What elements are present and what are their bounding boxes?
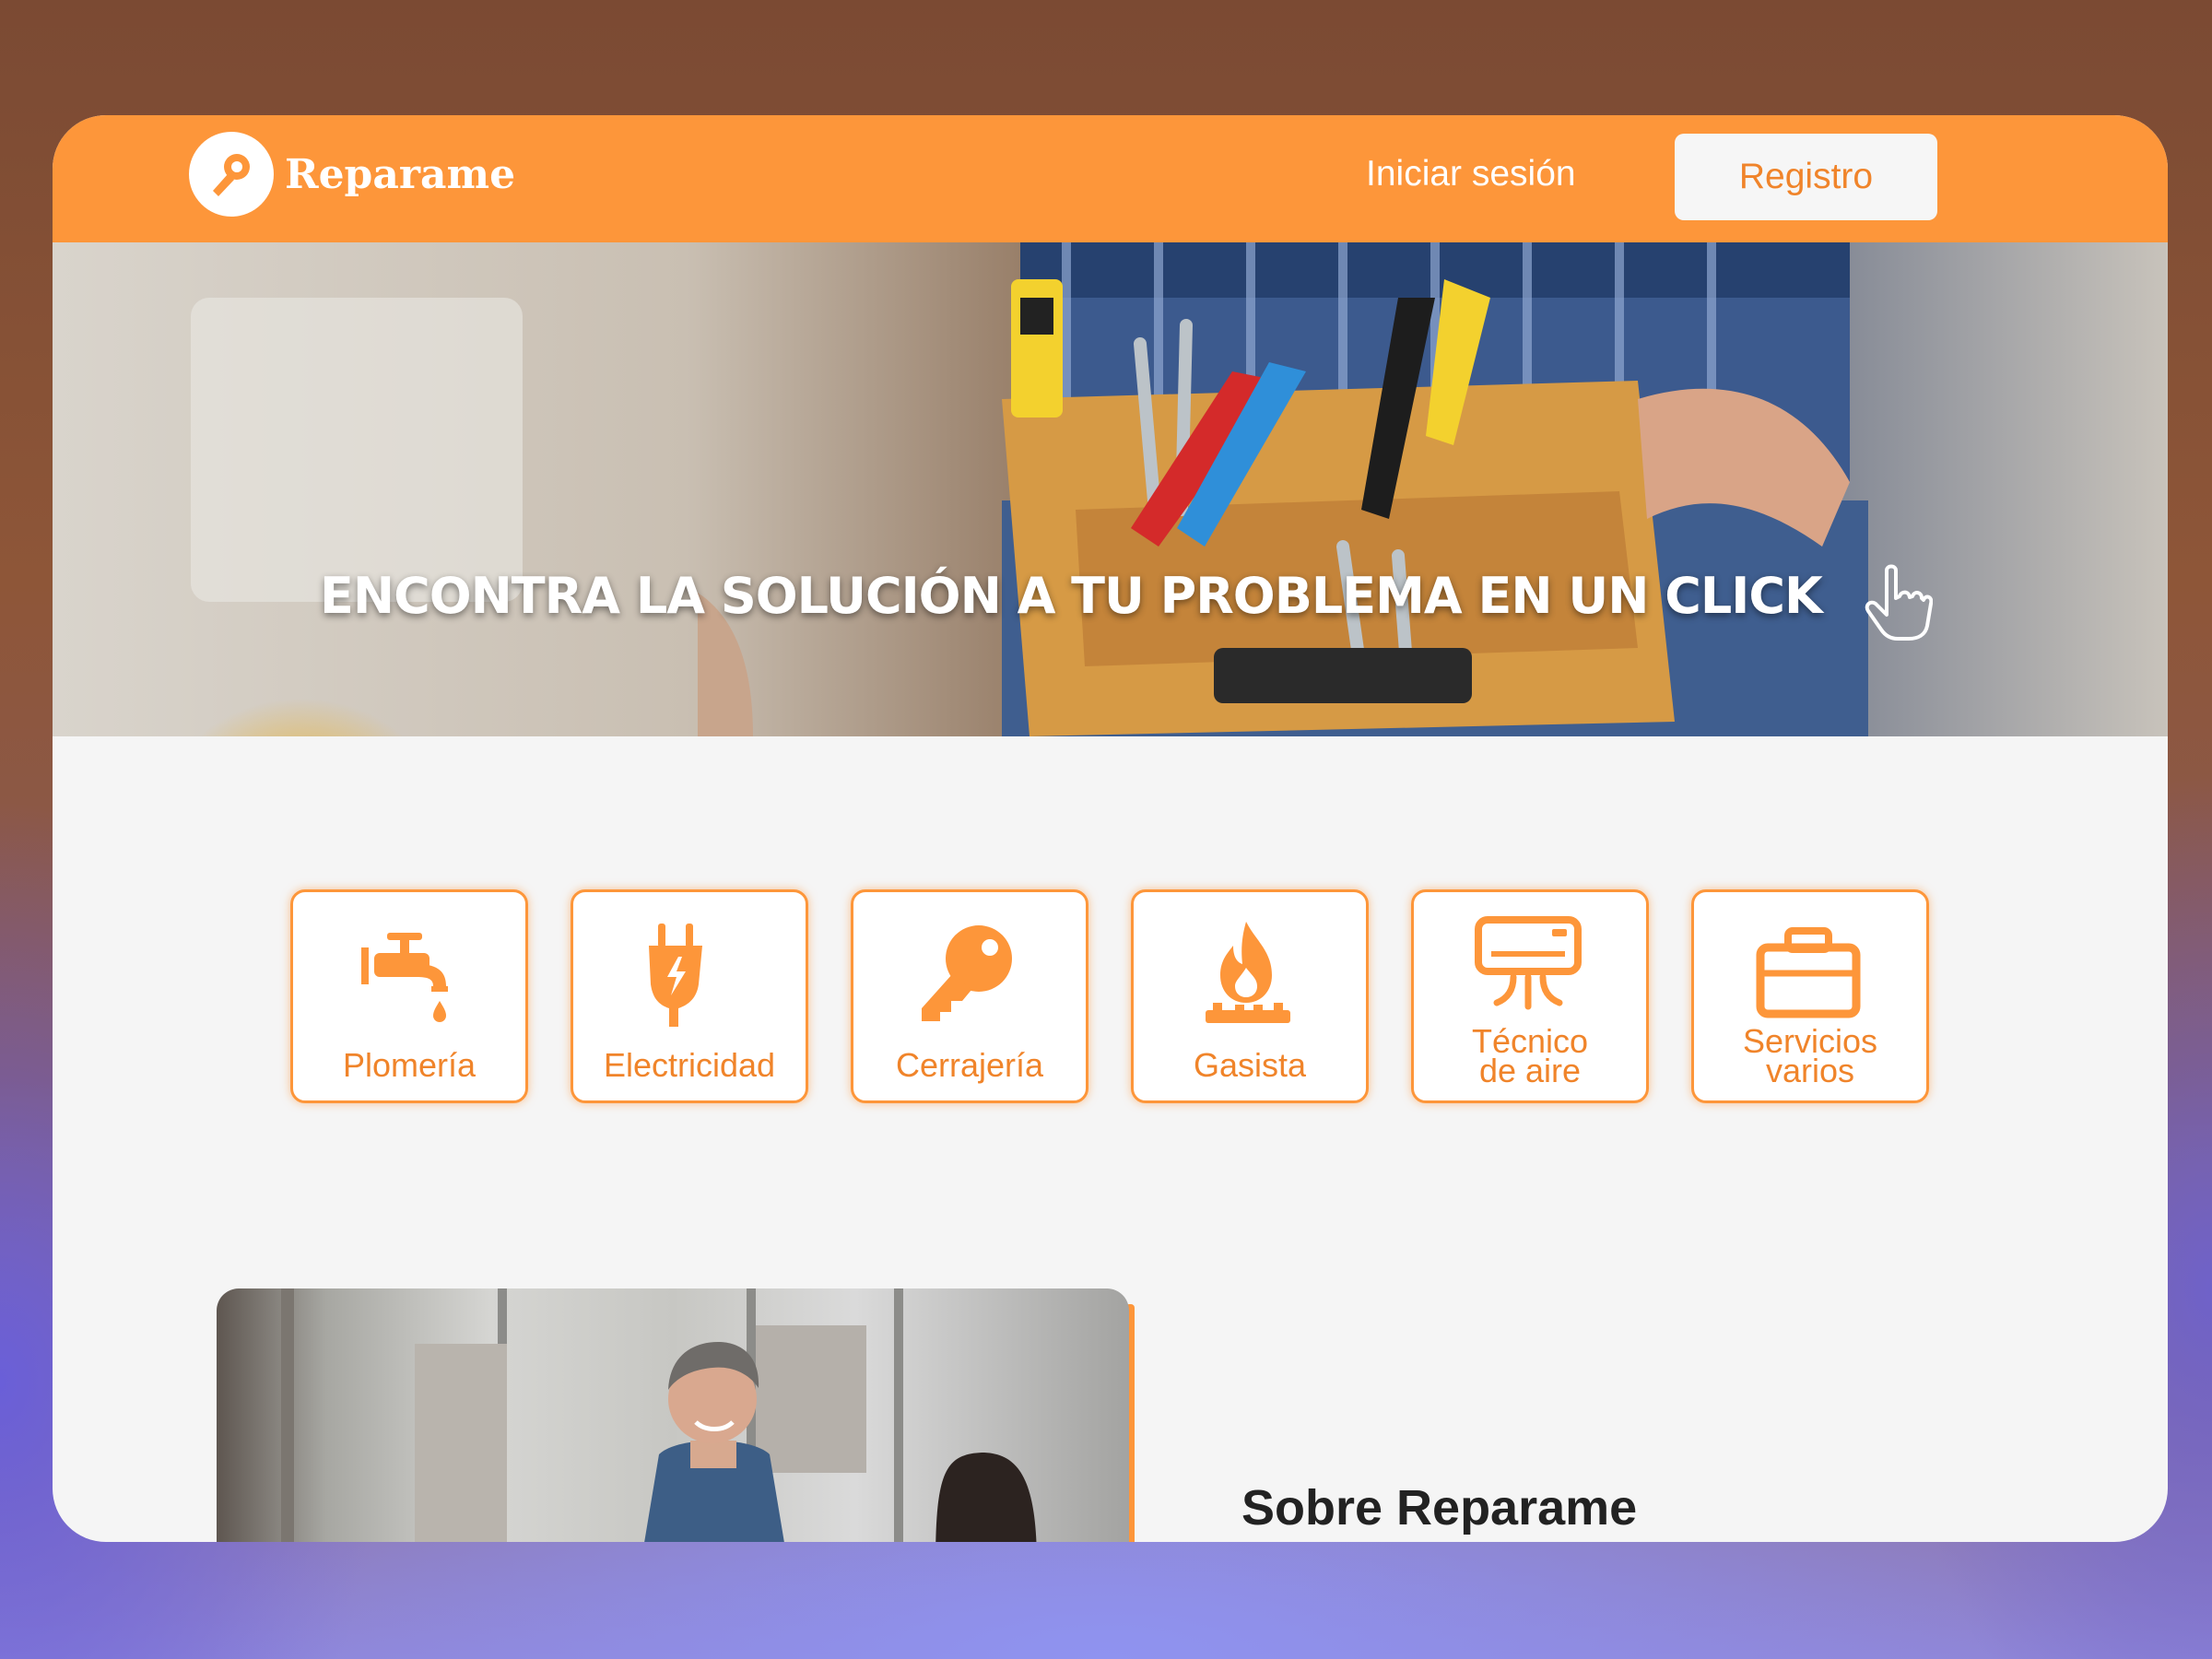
flame-icon <box>1206 922 1290 1023</box>
hero-banner: ENCONTRA LA SOLUCIÓN A TU PROBLEMA EN UN… <box>53 242 2168 736</box>
plug-icon <box>649 924 702 1027</box>
browser-frame: Reparame Iniciar sesión Registro ENCONTR… <box>53 115 2168 1542</box>
wrench-icon <box>189 132 274 217</box>
register-button[interactable]: Registro <box>1675 134 1937 220</box>
login-link[interactable]: Iniciar sesión <box>1366 154 1576 194</box>
category-label: Cerrajería <box>895 1046 1044 1084</box>
category-card-gasista[interactable]: Gasista <box>1131 889 1369 1103</box>
air-conditioner-icon <box>1475 916 1582 1010</box>
category-label: Plomería <box>342 1046 477 1084</box>
category-card-tecnico-aire[interactable]: Técnico de aire <box>1411 889 1649 1103</box>
category-card-servicios-varios[interactable]: Servicios varios <box>1691 889 1929 1103</box>
faucet-icon <box>361 933 448 1022</box>
about-photo <box>217 1288 1129 1542</box>
about-title: Sobre Reparame <box>1241 1480 1638 1535</box>
category-label: Electricidad <box>603 1046 776 1084</box>
category-card-electricidad[interactable]: Electricidad <box>571 889 808 1103</box>
category-label: Técnico de aire <box>1471 1022 1589 1089</box>
about-image <box>281 1288 1037 1542</box>
key-icon <box>922 925 1012 1021</box>
hero-title: ENCONTRA LA SOLUCIÓN A TU PROBLEMA EN UN… <box>320 567 1823 625</box>
category-list: Plomería Electricidad Cerrajería Gasista… <box>290 889 1986 1111</box>
logo-text: Reparame <box>285 150 516 198</box>
logo[interactable]: Reparame <box>189 132 515 217</box>
category-card-cerrajeria[interactable]: Cerrajería <box>851 889 1088 1103</box>
pointer-hand-icon <box>1859 563 1934 644</box>
category-label: Servicios varios <box>1742 1022 1878 1089</box>
hero-image <box>191 242 1868 736</box>
briefcase-icon <box>1756 927 1861 1018</box>
category-card-plomeria[interactable]: Plomería <box>290 889 528 1103</box>
navbar: Reparame Iniciar sesión Registro <box>53 115 2168 242</box>
category-label: Gasista <box>1193 1046 1307 1084</box>
